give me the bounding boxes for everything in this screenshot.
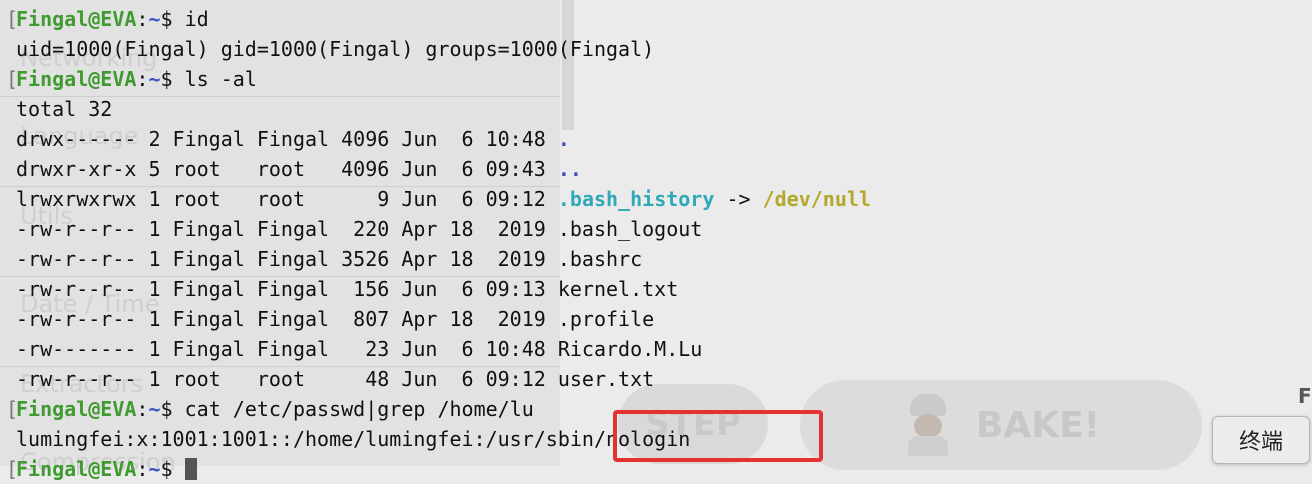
command-text: ls -al <box>184 67 257 91</box>
output-line: -rw-r--r-- 1 root root 48 Jun 6 09:12 us… <box>16 367 655 391</box>
output-line: -rw------- 1 Fingal Fingal 23 Jun 6 10:4… <box>16 337 703 361</box>
prompt-symbol: $ <box>160 397 185 421</box>
output-line: total 32 <box>16 97 113 121</box>
symlink-name: .bash_history <box>557 187 715 211</box>
output-line: -rw-r--r-- 1 Fingal Fingal 220 Apr 18 20… <box>16 217 703 241</box>
prompt-bracket: [ <box>6 67 19 91</box>
output-line: uid=1000(Fingal) gid=1000(Fingal) groups… <box>16 37 655 61</box>
output-line: -rw-r--r-- 1 Fingal Fingal 3526 Apr 18 2… <box>16 247 643 271</box>
ls-entry-name: .. <box>557 157 582 181</box>
ls-entry: drwxr-xr-x 5 root root 4096 Jun 6 09:43 … <box>16 154 582 184</box>
command-text: id <box>184 7 209 31</box>
command-text: cat /etc/passwd|grep /home/lu <box>184 397 534 421</box>
terminal-tooltip: 终端 <box>1212 416 1310 464</box>
prompt-user: Fingal@EVA <box>16 457 137 481</box>
prompt-colon: : <box>136 67 149 91</box>
prompt-symbol: $ <box>160 7 185 31</box>
annotation-highlight-box <box>613 410 823 462</box>
prompt-colon: : <box>136 397 149 421</box>
prompt-path: ~ <box>148 67 161 91</box>
prompt-line: [Fingal@EVA:~$ cat /etc/passwd|grep /hom… <box>6 394 534 424</box>
symlink-arrow: -> <box>714 187 763 211</box>
prompt-symbol: $ <box>160 457 185 481</box>
prompt-path: ~ <box>148 7 161 31</box>
ls-entry-meta: drwx------ 2 Fingal Fingal 4096 Jun 6 10… <box>16 127 558 151</box>
prompt-bracket: [ <box>6 7 19 31</box>
prompt-line: [Fingal@EVA:~$ ls -al <box>6 64 257 94</box>
prompt-colon: : <box>136 457 149 481</box>
prompt-bracket: [ <box>6 397 19 421</box>
text-cursor <box>184 457 197 480</box>
prompt-line: [Fingal@EVA:~$ <box>6 454 197 484</box>
symlink-target: /dev/null <box>762 187 871 211</box>
prompt-line: [Fingal@EVA:~$ id <box>6 4 209 34</box>
prompt-user: Fingal@EVA <box>16 67 137 91</box>
output-line: lumingfei:x:1001:1001::/home/lumingfei:/… <box>16 427 691 451</box>
prompt-symbol: $ <box>160 67 185 91</box>
ls-entry: drwx------ 2 Fingal Fingal 4096 Jun 6 10… <box>16 124 570 154</box>
prompt-user: Fingal@EVA <box>16 7 137 31</box>
prompt-colon: : <box>136 7 149 31</box>
prompt-user: Fingal@EVA <box>16 397 137 421</box>
output-line: -rw-r--r-- 1 Fingal Fingal 156 Jun 6 09:… <box>16 277 679 301</box>
ls-entry-name: . <box>557 127 570 151</box>
prompt-path: ~ <box>148 397 161 421</box>
output-line: -rw-r--r-- 1 Fingal Fingal 807 Apr 18 20… <box>16 307 655 331</box>
ls-entry-meta: drwxr-xr-x 5 root root 4096 Jun 6 09:43 <box>16 157 558 181</box>
prompt-bracket: [ <box>6 457 19 481</box>
ls-entry-symlink: lrwxrwxrwx 1 root root 9 Jun 6 09:12 .ba… <box>16 184 871 214</box>
prompt-path: ~ <box>148 457 161 481</box>
terminal-output[interactable]: [Fingal@EVA:~$ id uid=1000(Fingal) gid=10… <box>0 0 1312 481</box>
ls-entry-meta: lrwxrwxrwx 1 root root 9 Jun 6 09:12 <box>16 187 558 211</box>
